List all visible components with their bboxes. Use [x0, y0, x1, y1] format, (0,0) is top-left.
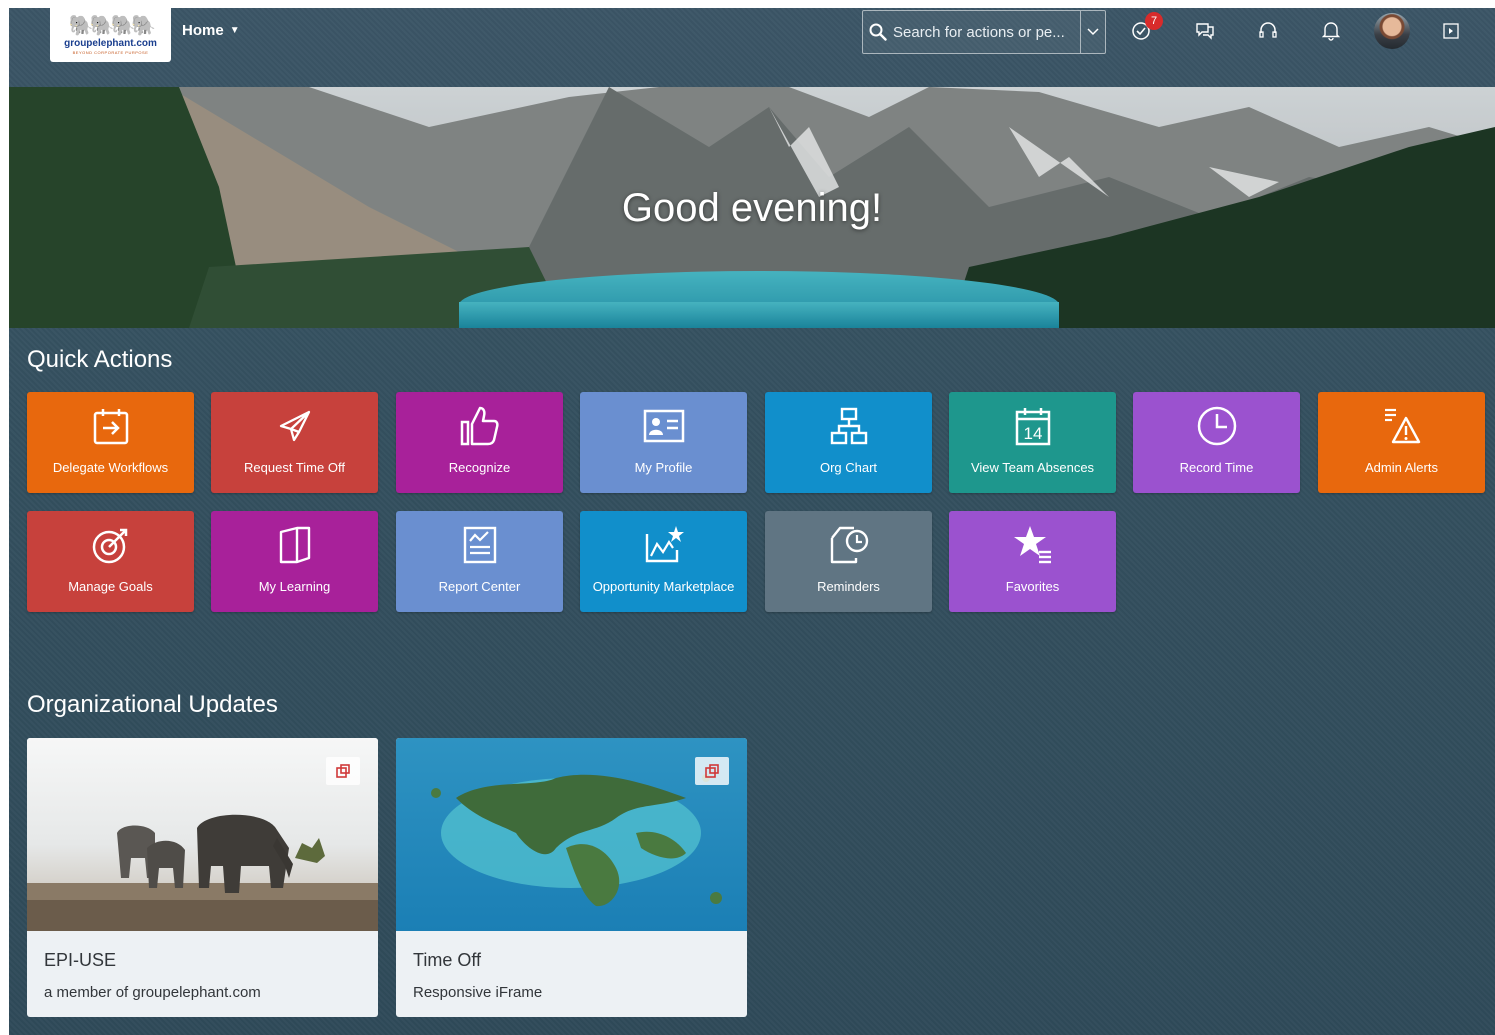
search-scope-dropdown[interactable]	[1080, 11, 1105, 53]
tile-label: Opportunity Marketplace	[592, 579, 735, 594]
tile-label: Manage Goals	[68, 579, 153, 594]
home-label: Home	[182, 22, 224, 39]
welcome-banner: Good evening!	[9, 87, 1495, 328]
external-link-icon	[336, 764, 350, 778]
expand-panel-icon	[1443, 23, 1459, 39]
tile-view-team-absences[interactable]: 14 View Team Absences	[949, 392, 1116, 493]
open-external-button[interactable]	[326, 757, 360, 785]
clock-icon	[1197, 406, 1236, 446]
chat-bubbles-icon	[1196, 23, 1214, 40]
app-shell: 🐘🐘🐘🐘 groupelephant.com BEYOND CORPORATE …	[9, 8, 1495, 1035]
tile-label: Reminders	[817, 579, 880, 594]
profile-card-icon	[643, 409, 684, 443]
reminder-clock-icon	[830, 526, 868, 564]
search-input[interactable]: Search for actions or pe...	[862, 10, 1106, 54]
tile-label: Delegate Workflows	[52, 460, 169, 475]
tile-opportunity-marketplace[interactable]: Opportunity Marketplace	[580, 511, 747, 612]
open-external-button[interactable]	[695, 757, 729, 785]
tile-recognize[interactable]: Recognize	[396, 392, 563, 493]
logo-text: groupelephant.com	[64, 37, 157, 49]
tile-my-profile[interactable]: My Profile	[580, 392, 747, 493]
user-avatar[interactable]	[1374, 13, 1410, 49]
report-icon	[463, 526, 496, 564]
target-icon	[92, 528, 127, 564]
side-panel-button[interactable]	[1440, 20, 1462, 42]
todo-count-badge: 7	[1145, 12, 1163, 30]
search-icon	[869, 23, 887, 41]
calendar-14-icon: 14	[1015, 408, 1050, 446]
tile-delegate-workflows[interactable]: Delegate Workflows	[27, 392, 194, 493]
org-update-card-epi-use[interactable]: EPI-USE a member of groupelephant.com	[27, 738, 378, 1017]
thumbs-up-icon	[460, 406, 499, 446]
tile-record-time[interactable]: Record Time	[1133, 392, 1300, 493]
tile-label: My Profile	[634, 460, 693, 475]
tile-label: Report Center	[438, 579, 521, 594]
alert-icon	[1384, 408, 1420, 444]
tile-label: Record Time	[1179, 460, 1254, 475]
chevron-down-icon	[1087, 28, 1099, 36]
card-title: EPI-USE	[44, 950, 117, 970]
tile-label: Request Time Off	[244, 460, 345, 475]
tile-label: My Learning	[258, 579, 331, 594]
external-link-icon	[705, 764, 719, 778]
card-title: Time Off	[413, 950, 482, 970]
tile-admin-alerts[interactable]: Admin Alerts	[1318, 392, 1485, 493]
search-placeholder: Search for actions or pe...	[893, 23, 1065, 41]
elephant-logo-icon: 🐘🐘🐘🐘	[68, 14, 157, 37]
delegate-calendar-icon	[93, 409, 128, 445]
org-update-card-time-off[interactable]: Time Off Responsive iFrame	[396, 738, 747, 1017]
airplane-icon	[279, 410, 310, 442]
tile-label: Org Chart	[819, 460, 878, 475]
chart-star-icon	[645, 526, 684, 563]
tile-request-time-off[interactable]: Request Time Off	[211, 392, 378, 493]
tile-my-learning[interactable]: My Learning	[211, 511, 378, 612]
chevron-down-icon: ▼	[229, 25, 240, 36]
star-list-icon	[1013, 526, 1051, 564]
bell-icon	[1322, 22, 1340, 41]
tile-label: Recognize	[448, 460, 511, 475]
help-button[interactable]	[1257, 20, 1279, 42]
tile-label: Favorites	[1005, 579, 1060, 594]
greeting-text: Good evening!	[621, 186, 883, 230]
card-subtitle: a member of groupelephant.com	[44, 984, 261, 1001]
notifications-button[interactable]	[1320, 20, 1342, 42]
org-chart-icon	[830, 407, 867, 445]
tile-favorites[interactable]: Favorites	[949, 511, 1116, 612]
home-menu[interactable]: Home ▼	[182, 22, 240, 39]
tile-label: Admin Alerts	[1365, 460, 1438, 475]
tile-label: View Team Absences	[970, 460, 1095, 475]
chat-button[interactable]	[1194, 20, 1216, 42]
org-updates-title: Organizational Updates	[27, 691, 278, 718]
headset-icon	[1259, 22, 1277, 38]
tile-report-center[interactable]: Report Center	[396, 511, 563, 612]
tile-manage-goals[interactable]: Manage Goals	[27, 511, 194, 612]
shell-header: 🐘🐘🐘🐘 groupelephant.com BEYOND CORPORATE …	[9, 8, 1495, 87]
logo-tagline: BEYOND CORPORATE PURPOSE	[72, 49, 149, 55]
quick-actions-title: Quick Actions	[27, 346, 173, 373]
book-icon	[279, 526, 310, 564]
tile-org-chart[interactable]: Org Chart	[765, 392, 932, 493]
svg-text:14: 14	[1023, 424, 1042, 443]
tile-reminders[interactable]: Reminders	[765, 511, 932, 612]
company-logo[interactable]: 🐘🐘🐘🐘 groupelephant.com BEYOND CORPORATE …	[50, 8, 171, 62]
card-subtitle: Responsive iFrame	[413, 984, 543, 1001]
